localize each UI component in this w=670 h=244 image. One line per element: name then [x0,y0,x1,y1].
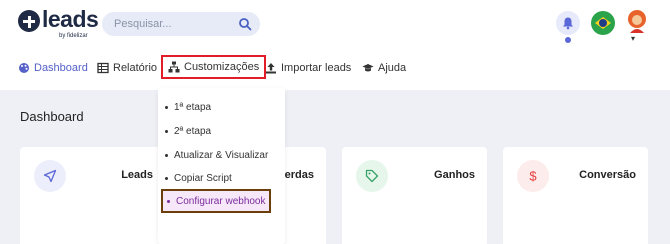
user-avatar[interactable] [626,9,648,35]
nav-label: Dashboard [34,62,88,74]
tag-icon [356,160,388,192]
search-input[interactable] [114,16,232,32]
dollar-icon: $ [517,160,549,192]
palette-icon [19,63,29,73]
nav-label: Customizações [184,61,260,73]
menu-item-label: Atualizar & Visualizar [174,149,269,161]
customizacoes-dropdown-menu: 1ª etapa 2ª etapa Atualizar & Visualizar… [158,88,285,244]
sitemap-icon [168,61,180,73]
bullet [165,129,168,133]
main-content: Dashboard Leads Perdas Ganhos $ Conversã… [0,90,670,244]
stat-label: Leads [121,169,153,181]
notification-button[interactable] [556,11,580,35]
main-nav: Dashboard Relatório Customizações Import… [0,55,670,81]
stat-label: Conversão [579,169,636,181]
menu-item-atualizar-visualizar[interactable]: Atualizar & Visualizar [165,146,268,164]
brand-logo[interactable]: leads by fidelizar [18,6,99,42]
nav-label: Ajuda [378,62,407,74]
menu-item-label: Configurar webhook [176,195,266,207]
nav-label: Importar leads [281,62,352,74]
menu-item-etapa-2[interactable]: 2ª etapa [165,122,211,140]
search-box [102,12,260,36]
plus-logo-icon [18,10,40,32]
top-header: leads by fidelizar ▾ [0,0,670,50]
nav-item-importar-leads[interactable]: Importar leads [265,57,351,79]
notification-indicator [565,37,571,43]
nav-label: Relatório [113,62,158,74]
stat-card-ganhos[interactable]: Ganhos [342,147,487,244]
nav-item-relatorio[interactable]: Relatório [97,57,157,79]
bullet [165,176,168,180]
search-icon[interactable] [238,17,252,31]
menu-item-label: 1ª etapa [174,101,212,113]
menu-item-label: Copiar Script [174,172,232,184]
stat-card-conversao[interactable]: $ Conversão [503,147,648,244]
brand-tagline: by fidelizar [59,33,88,39]
chevron-down-icon[interactable]: ▾ [631,34,635,43]
brazil-flag-icon[interactable] [591,11,615,35]
graduation-cap-icon [362,64,374,72]
nav-item-ajuda[interactable]: Ajuda [362,57,406,79]
bullet [165,153,168,157]
bullet [165,105,168,109]
menu-item-etapa-1[interactable]: 1ª etapa [165,98,211,116]
nav-item-customizacoes[interactable]: Customizações [161,55,267,79]
upload-icon [266,63,276,74]
menu-item-copiar-script[interactable]: Copiar Script [165,169,232,187]
menu-item-configurar-webhook[interactable]: Configurar webhook [161,189,271,213]
svg-text:$: $ [529,169,537,183]
nav-item-dashboard[interactable]: Dashboard [18,57,88,79]
flag-circle [599,19,607,27]
bell-icon [563,17,573,30]
stat-label: Ganhos [434,169,475,181]
bullet [167,199,170,203]
send-icon [34,160,66,192]
page-title: Dashboard [20,109,84,124]
brand-name: leads [42,6,99,32]
menu-item-label: 2ª etapa [174,125,212,137]
stat-card-leads[interactable]: Leads [20,147,165,244]
table-icon [97,62,109,74]
